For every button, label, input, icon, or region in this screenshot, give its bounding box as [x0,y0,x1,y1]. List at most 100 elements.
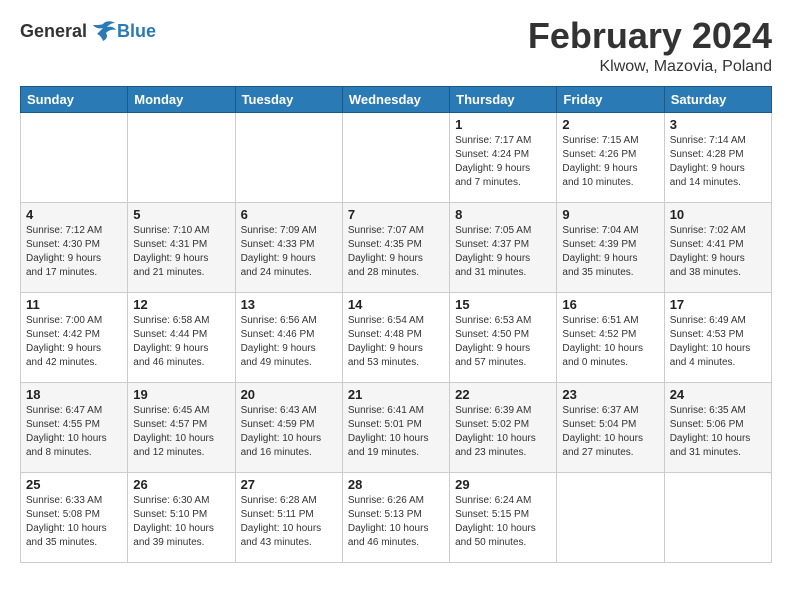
calendar-week-4: 18 Sunrise: 6:47 AM Sunset: 4:55 PM Dayli… [21,382,772,472]
day-info: Sunrise: 7:09 AM Sunset: 4:33 PM Dayligh… [241,224,337,280]
calendar-cell: 29 Sunrise: 6:24 AM Sunset: 5:15 PM Dayli… [450,472,557,562]
day-info: Sunrise: 6:47 AM Sunset: 4:55 PM Dayligh… [26,404,122,460]
day-info: Sunrise: 6:45 AM Sunset: 4:57 PM Dayligh… [133,404,229,460]
calendar-cell: 3 Sunrise: 7:14 AM Sunset: 4:28 PM Daylig… [664,112,771,202]
day-number: 26 [133,477,229,492]
day-info: Sunrise: 6:43 AM Sunset: 4:59 PM Dayligh… [241,404,337,460]
calendar-cell: 8 Sunrise: 7:05 AM Sunset: 4:37 PM Daylig… [450,202,557,292]
calendar-cell: 21Sunrise: 6:41 AM Sunset: 5:01 PM Dayli… [342,382,449,472]
day-number: 14 [348,297,444,312]
calendar-cell: 2 Sunrise: 7:15 AM Sunset: 4:26 PM Daylig… [557,112,664,202]
calendar-cell: 17Sunrise: 6:49 AM Sunset: 4:53 PM Dayli… [664,292,771,382]
day-info: Sunrise: 6:30 AM Sunset: 5:10 PM Dayligh… [133,494,229,550]
day-number: 9 [562,207,658,222]
day-info: Sunrise: 6:49 AM Sunset: 4:53 PM Dayligh… [670,314,766,370]
calendar-cell: 24Sunrise: 6:35 AM Sunset: 5:06 PM Dayli… [664,382,771,472]
location: Klwow, Mazovia, Poland [528,58,772,76]
day-number: 19 [133,387,229,402]
calendar-cell: 6 Sunrise: 7:09 AM Sunset: 4:33 PM Daylig… [235,202,342,292]
month-title: February 2024 [528,16,772,56]
day-info: Sunrise: 7:12 AM Sunset: 4:30 PM Dayligh… [26,224,122,280]
logo-bird-icon [89,20,117,42]
title-area: February 2024 Klwow, Mazovia, Poland [528,16,772,76]
day-info: Sunrise: 7:14 AM Sunset: 4:28 PM Dayligh… [670,134,766,190]
day-info: Sunrise: 6:56 AM Sunset: 4:46 PM Dayligh… [241,314,337,370]
day-number: 15 [455,297,551,312]
header-wednesday: Wednesday [342,86,449,112]
calendar-cell: 22 Sunrise: 6:39 AM Sunset: 5:02 PM Dayli… [450,382,557,472]
day-info: Sunrise: 6:39 AM Sunset: 5:02 PM Dayligh… [455,404,551,460]
calendar-cell [128,112,235,202]
day-info: Sunrise: 7:15 AM Sunset: 4:26 PM Dayligh… [562,134,658,190]
header-saturday: Saturday [664,86,771,112]
calendar-header-row: Sunday Monday Tuesday Wednesday Thursday… [21,86,772,112]
calendar-cell: 23Sunrise: 6:37 AM Sunset: 5:04 PM Dayli… [557,382,664,472]
calendar-cell: 27 Sunrise: 6:28 AM Sunset: 5:11 PM Dayli… [235,472,342,562]
day-number: 23 [562,387,658,402]
calendar-cell: 1 Sunrise: 7:17 AM Sunset: 4:24 PM Daylig… [450,112,557,202]
day-number: 18 [26,387,122,402]
day-number: 11 [26,297,122,312]
calendar-cell [664,472,771,562]
calendar-cell [557,472,664,562]
day-number: 21 [348,387,444,402]
day-info: Sunrise: 6:28 AM Sunset: 5:11 PM Dayligh… [241,494,337,550]
calendar-cell: 15 Sunrise: 6:53 AM Sunset: 4:50 PM Dayli… [450,292,557,382]
calendar-cell: 13 Sunrise: 6:56 AM Sunset: 4:46 PM Dayli… [235,292,342,382]
day-info: Sunrise: 6:54 AM Sunset: 4:48 PM Dayligh… [348,314,444,370]
day-number: 27 [241,477,337,492]
calendar-week-1: 1 Sunrise: 7:17 AM Sunset: 4:24 PM Daylig… [21,112,772,202]
day-number: 8 [455,207,551,222]
day-number: 22 [455,387,551,402]
calendar-cell: 26 Sunrise: 6:30 AM Sunset: 5:10 PM Dayli… [128,472,235,562]
day-number: 6 [241,207,337,222]
day-number: 3 [670,117,766,132]
header-friday: Friday [557,86,664,112]
header-thursday: Thursday [450,86,557,112]
page-container: General Blue February 2024 Klwow, Mazovi… [20,16,772,563]
header-sunday: Sunday [21,86,128,112]
day-info: Sunrise: 6:33 AM Sunset: 5:08 PM Dayligh… [26,494,122,550]
day-number: 1 [455,117,551,132]
calendar-cell: 14 Sunrise: 6:54 AM Sunset: 4:48 PM Dayli… [342,292,449,382]
day-info: Sunrise: 6:53 AM Sunset: 4:50 PM Dayligh… [455,314,551,370]
calendar-cell: 10 Sunrise: 7:02 AM Sunset: 4:41 PM Dayli… [664,202,771,292]
day-info: Sunrise: 7:00 AM Sunset: 4:42 PM Dayligh… [26,314,122,370]
day-number: 20 [241,387,337,402]
day-info: Sunrise: 7:05 AM Sunset: 4:37 PM Dayligh… [455,224,551,280]
calendar-cell: 7 Sunrise: 7:07 AM Sunset: 4:35 PM Daylig… [342,202,449,292]
day-info: Sunrise: 6:58 AM Sunset: 4:44 PM Dayligh… [133,314,229,370]
day-number: 13 [241,297,337,312]
day-number: 29 [455,477,551,492]
calendar-cell: 12 Sunrise: 6:58 AM Sunset: 4:44 PM Dayli… [128,292,235,382]
calendar-week-3: 11 Sunrise: 7:00 AM Sunset: 4:42 PM Dayli… [21,292,772,382]
day-info: Sunrise: 7:07 AM Sunset: 4:35 PM Dayligh… [348,224,444,280]
header-tuesday: Tuesday [235,86,342,112]
day-number: 4 [26,207,122,222]
calendar-cell [342,112,449,202]
calendar-week-5: 25 Sunrise: 6:33 AM Sunset: 5:08 PM Dayli… [21,472,772,562]
calendar-cell: 28Sunrise: 6:26 AM Sunset: 5:13 PM Dayli… [342,472,449,562]
day-info: Sunrise: 6:51 AM Sunset: 4:52 PM Dayligh… [562,314,658,370]
calendar-cell: 25 Sunrise: 6:33 AM Sunset: 5:08 PM Dayli… [21,472,128,562]
calendar-cell [235,112,342,202]
calendar-cell: 18 Sunrise: 6:47 AM Sunset: 4:55 PM Dayli… [21,382,128,472]
day-info: Sunrise: 7:17 AM Sunset: 4:24 PM Dayligh… [455,134,551,190]
day-info: Sunrise: 7:02 AM Sunset: 4:41 PM Dayligh… [670,224,766,280]
calendar-week-2: 4 Sunrise: 7:12 AM Sunset: 4:30 PM Daylig… [21,202,772,292]
calendar-cell: 11 Sunrise: 7:00 AM Sunset: 4:42 PM Dayli… [21,292,128,382]
day-number: 2 [562,117,658,132]
calendar-cell: 16Sunrise: 6:51 AM Sunset: 4:52 PM Dayli… [557,292,664,382]
day-number: 7 [348,207,444,222]
day-info: Sunrise: 6:24 AM Sunset: 5:15 PM Dayligh… [455,494,551,550]
day-number: 5 [133,207,229,222]
day-number: 12 [133,297,229,312]
header-monday: Monday [128,86,235,112]
calendar-cell: 20 Sunrise: 6:43 AM Sunset: 4:59 PM Dayli… [235,382,342,472]
day-info: Sunrise: 6:35 AM Sunset: 5:06 PM Dayligh… [670,404,766,460]
day-number: 25 [26,477,122,492]
header: General Blue February 2024 Klwow, Mazovi… [20,16,772,76]
logo-general-text: General [20,21,87,42]
logo-blue-text: Blue [117,21,156,42]
day-number: 10 [670,207,766,222]
